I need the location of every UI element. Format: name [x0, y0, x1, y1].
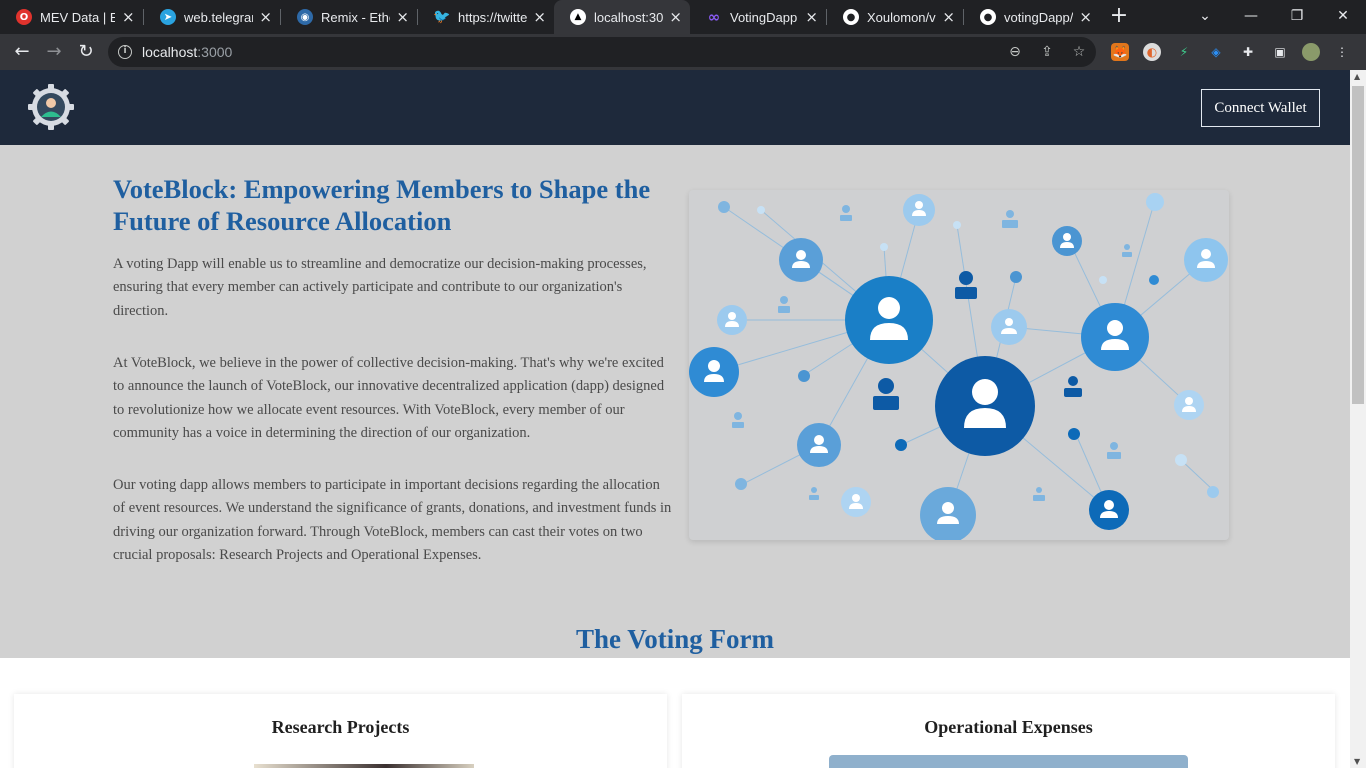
restore-button[interactable]: ❐ [1274, 0, 1320, 34]
bookmark-star-icon[interactable]: ☆ [1071, 44, 1087, 60]
github-icon: ● [843, 9, 859, 25]
minimize-button[interactable]: — [1228, 0, 1274, 34]
voting-form-section: Research Projects Operational Expenses [0, 658, 1350, 768]
scrollbar-thumb[interactable] [1352, 86, 1364, 404]
hero-section: VoteBlock: Empowering Members to Shape t… [0, 145, 1350, 658]
close-icon[interactable]: × [805, 8, 818, 26]
menu-icon[interactable]: ⋮ [1333, 43, 1351, 61]
network-illustration [689, 190, 1229, 543]
tab-title: Remix - Ether [321, 9, 390, 25]
hero-paragraph-3: Our voting dapp allows members to partic… [113, 477, 672, 563]
url-host: localhost [142, 44, 198, 60]
reload-button[interactable]: ↻ [72, 38, 100, 66]
twitter-icon: 🐦 [433, 9, 451, 25]
profile-avatar[interactable] [1302, 43, 1320, 61]
logo-icon[interactable] [28, 84, 74, 130]
tab-title: MEV Data | Ei [40, 9, 116, 25]
url-port: :3000 [197, 44, 233, 60]
new-tab-button[interactable]: + [1105, 4, 1133, 30]
bolt-extension-icon[interactable]: ⚡ [1175, 43, 1193, 61]
page-viewport: Connect Wallet VoteBlock: Empowering Mem… [0, 70, 1350, 768]
address-bar[interactable]: i localhost:3000 ⊖ ⇪ ☆ [108, 37, 1096, 67]
close-icon[interactable]: × [259, 8, 272, 26]
tab-github-votingdapp[interactable]: ● votingDapp/V × [964, 0, 1100, 34]
card-image [829, 755, 1188, 768]
metamask-icon[interactable]: 🦊 [1111, 43, 1129, 61]
tab-localhost[interactable]: ▲ localhost:300( × [554, 0, 690, 34]
voting-form-title: The Voting Form [575, 624, 775, 654]
close-icon[interactable]: × [669, 8, 682, 26]
opera-icon: O [16, 9, 32, 25]
zoom-icon[interactable]: ⊖ [1007, 44, 1023, 60]
tab-title: Xoulomon/vc [867, 9, 937, 25]
hero-title: VoteBlock: Empowering Members to Shape t… [113, 174, 651, 236]
close-icon[interactable]: × [1079, 8, 1092, 26]
telegram-icon: ➤ [160, 9, 176, 25]
tab-telegram[interactable]: ➤ web.telegram × [144, 0, 280, 34]
card-image [254, 764, 474, 768]
close-icon[interactable]: × [121, 8, 135, 26]
connect-wallet-button[interactable]: Connect Wallet [1201, 89, 1320, 127]
site-header: Connect Wallet [0, 70, 1350, 145]
operational-expenses-card: Operational Expenses [682, 694, 1335, 768]
back-button[interactable]: ← [8, 38, 36, 66]
browser-toolbar: ← → ↻ i localhost:3000 ⊖ ⇪ ☆ 🦊 ◐ ⚡ ◈ ✚ ▣… [0, 34, 1366, 70]
tab-title: web.telegram [184, 9, 253, 25]
close-icon[interactable]: × [942, 8, 955, 26]
tab-title: https://twitter [458, 9, 528, 25]
forward-button[interactable]: → [40, 38, 68, 66]
info-icon[interactable]: i [118, 45, 132, 59]
hero-paragraph-1: A voting Dapp will enable us to streamli… [113, 256, 647, 319]
tab-strip: O MEV Data | Ei × ➤ web.telegram × ◉ Rem… [0, 0, 1366, 34]
tab-title: VotingDapp | [730, 9, 800, 25]
network-graph-image [689, 193, 1228, 543]
research-projects-card: Research Projects [14, 694, 667, 768]
share-icon[interactable]: ⇪ [1039, 44, 1055, 60]
page-scrollbar[interactable]: ▲ ▼ [1350, 70, 1366, 768]
close-window-button[interactable]: ✕ [1320, 0, 1366, 34]
tab-mev-data[interactable]: O MEV Data | Ei × [0, 0, 143, 34]
remix-icon: ◉ [297, 9, 313, 25]
close-icon[interactable]: × [396, 8, 409, 26]
extension-icon[interactable]: ◐ [1143, 43, 1161, 61]
tab-twitter[interactable]: 🐦 https://twitter × [418, 0, 554, 34]
tab-remix[interactable]: ◉ Remix - Ether × [281, 0, 417, 34]
tab-title: votingDapp/V [1004, 9, 1074, 25]
tab-votingdapp[interactable]: ∞ VotingDapp | × [690, 0, 826, 34]
card-title: Research Projects [271, 717, 410, 737]
close-icon[interactable]: × [533, 8, 546, 26]
drop-extension-icon[interactable]: ◈ [1207, 43, 1225, 61]
side-panel-icon[interactable]: ▣ [1271, 43, 1289, 61]
scroll-down-icon[interactable]: ▼ [1354, 757, 1360, 766]
extensions-puzzle-icon[interactable]: ✚ [1239, 43, 1257, 61]
vercel-icon: ▲ [570, 9, 586, 25]
tab-search-icon[interactable]: ⌄ [1182, 0, 1228, 34]
scroll-up-icon[interactable]: ▲ [1354, 72, 1360, 81]
tab-github-xoulomon[interactable]: ● Xoulomon/vc × [827, 0, 963, 34]
hero-paragraph-2: At VoteBlock, we believe in the power of… [113, 355, 665, 441]
url-text: localhost:3000 [142, 44, 232, 60]
github-icon: ● [980, 9, 996, 25]
tab-title: localhost:300( [594, 9, 664, 25]
infinity-icon: ∞ [707, 8, 721, 26]
card-title: Operational Expenses [924, 717, 1093, 737]
